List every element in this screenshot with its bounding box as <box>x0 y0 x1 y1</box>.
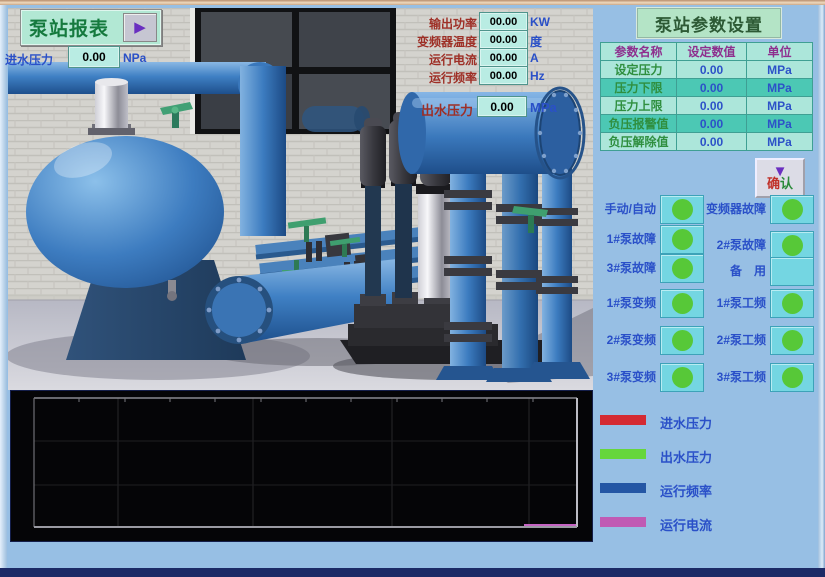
indicator-label: 2#泵变频 <box>588 331 656 348</box>
parameter-table: 参数名称 设定数值 单位 设定压力 0.00 MPa 压力下限 0.00 MPa… <box>600 42 813 151</box>
param-value[interactable]: 0.00 <box>677 115 747 133</box>
param-value[interactable]: 0.00 <box>677 61 747 79</box>
param-name: 负压报警值 <box>601 115 677 133</box>
frame-bottom-edge <box>0 568 825 577</box>
metric-unit: KW <box>530 15 550 29</box>
inlet-pressure-label: 进水压力 <box>5 51 53 68</box>
hmi-pump-station-screen: { "report_button": {"label": "泵站报表", "pl… <box>0 0 825 577</box>
status-led <box>770 257 814 286</box>
metric-unit: Hz <box>530 69 545 83</box>
legend-label: 运行频率 <box>660 481 712 500</box>
inlet-pressure-value: 0.00 <box>68 46 120 68</box>
param-unit: MPa <box>747 61 813 79</box>
status-led <box>770 326 814 355</box>
metric-unit: A <box>530 51 539 65</box>
indicator-label: 1#泵工频 <box>698 294 766 311</box>
table-row: 负压报警值 0.00 MPa <box>601 115 813 133</box>
confirm-button[interactable]: ▼ 确认 <box>755 158 805 198</box>
status-led <box>770 363 814 392</box>
col-header: 参数名称 <box>601 43 677 61</box>
param-value[interactable]: 0.00 <box>677 97 747 115</box>
table-row: 压力下限 0.00 MPa <box>601 79 813 97</box>
legend-swatch-outlet <box>600 449 646 459</box>
metric-value: 00.00 <box>479 12 528 31</box>
indicator-label: 3#泵变频 <box>588 368 656 385</box>
param-unit: MPa <box>747 115 813 133</box>
param-name: 压力上限 <box>601 97 677 115</box>
metric-label: 输出功率 <box>407 15 477 32</box>
outlet-pressure-unit: MPa <box>530 100 557 115</box>
outlet-pressure-label: 出水压力 <box>407 100 473 119</box>
confirm-label: 认 <box>780 176 793 191</box>
confirm-label: 确 <box>767 176 780 191</box>
metric-value: 00.00 <box>479 30 528 49</box>
play-icon[interactable]: ▶ <box>123 13 157 42</box>
param-value[interactable]: 0.00 <box>677 79 747 97</box>
metric-value: 00.00 <box>479 66 528 85</box>
table-row: 设定压力 0.00 MPa <box>601 61 813 79</box>
metric-label: 变频器温度 <box>407 33 477 50</box>
trend-chart <box>10 390 593 542</box>
legend-label: 运行电流 <box>660 515 712 534</box>
status-led <box>770 231 814 260</box>
param-unit: MPa <box>747 79 813 97</box>
report-button-label: 泵站报表 <box>29 14 109 41</box>
report-button[interactable]: 泵站报表 ▶ <box>20 9 162 46</box>
metric-label: 运行频率 <box>407 69 477 86</box>
legend-swatch-current <box>600 517 646 527</box>
metric-label: 运行电流 <box>407 51 477 68</box>
indicator-label: 3#泵工频 <box>698 368 766 385</box>
indicator-label: 3#泵故障 <box>588 259 656 276</box>
col-header: 单位 <box>747 43 813 61</box>
metric-value: 00.00 <box>479 48 528 67</box>
indicator-label: 2#泵故障 <box>698 236 766 253</box>
legend-label: 进水压力 <box>660 413 712 432</box>
indicator-label: 手动/自动 <box>588 200 656 217</box>
settings-panel-title: 泵站参数设置 <box>637 8 781 38</box>
indicator-label: 备 用 <box>698 262 766 279</box>
param-unit: MPa <box>747 133 813 151</box>
legend-swatch-frequency <box>600 483 646 493</box>
indicator-label: 1#泵故障 <box>588 230 656 247</box>
param-name: 设定压力 <box>601 61 677 79</box>
status-led <box>770 195 814 224</box>
param-name: 压力下限 <box>601 79 677 97</box>
metric-unit: 度 <box>530 33 542 50</box>
col-header: 设定数值 <box>677 43 747 61</box>
indicator-label: 2#泵工频 <box>698 331 766 348</box>
legend-swatch-inlet <box>600 415 646 425</box>
inlet-pressure-unit: NPa <box>123 51 146 65</box>
table-row: 压力上限 0.00 MPa <box>601 97 813 115</box>
frame-top-edge <box>0 0 825 5</box>
indicator-label: 1#泵变频 <box>588 294 656 311</box>
table-row: 负压解除值 0.00 MPa <box>601 133 813 151</box>
param-unit: MPa <box>747 97 813 115</box>
indicator-label: 变频器故障 <box>698 200 766 217</box>
legend-label: 出水压力 <box>660 447 712 466</box>
status-led <box>770 289 814 318</box>
outlet-pressure-value: 0.00 <box>477 96 527 117</box>
param-value[interactable]: 0.00 <box>677 133 747 151</box>
frame-left-edge <box>0 5 7 568</box>
param-name: 负压解除值 <box>601 133 677 151</box>
frame-right-edge <box>818 5 825 568</box>
